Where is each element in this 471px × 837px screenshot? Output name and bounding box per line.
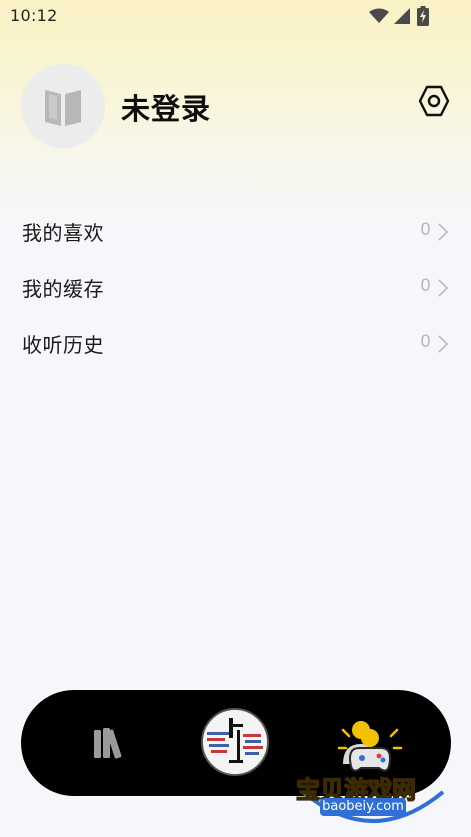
login-status-label[interactable]: 未登录 [121, 86, 211, 128]
battery-charging-icon [417, 6, 429, 26]
chevron-right-icon [438, 335, 449, 353]
menu-item-cache[interactable]: 我的缓存 0 [0, 259, 471, 315]
menu-item-label: 收听历史 [22, 333, 104, 357]
nav-library-tab[interactable] [91, 726, 131, 760]
chevron-right-icon [438, 279, 449, 297]
album-cover [203, 710, 267, 774]
book-icon [45, 90, 81, 126]
wifi-icon [369, 8, 389, 23]
menu-item-history[interactable]: 收听历史 0 [0, 315, 471, 371]
status-time: 10:12 [10, 6, 58, 25]
nav-now-playing[interactable] [201, 708, 269, 776]
bookshelf-icon [94, 728, 122, 759]
watermark: 宝贝游戏网 baobeiy.com [293, 720, 453, 835]
menu-item-count: 0 [420, 220, 431, 240]
chevron-right-icon [438, 223, 449, 241]
menu-item-label: 我的缓存 [22, 277, 104, 301]
settings-button[interactable] [417, 84, 451, 118]
status-bar: 10:12 [0, 0, 471, 32]
menu-item-count: 0 [420, 276, 431, 296]
menu-item-favorites[interactable]: 我的喜欢 0 [0, 203, 471, 259]
cellular-signal-icon [394, 8, 410, 24]
status-icons [361, 0, 471, 32]
hexagon-settings-icon [418, 85, 450, 117]
menu-item-label: 我的喜欢 [22, 221, 104, 245]
watermark-url: baobeiy.com [320, 798, 406, 816]
menu-item-count: 0 [420, 332, 431, 352]
avatar[interactable] [21, 64, 105, 148]
